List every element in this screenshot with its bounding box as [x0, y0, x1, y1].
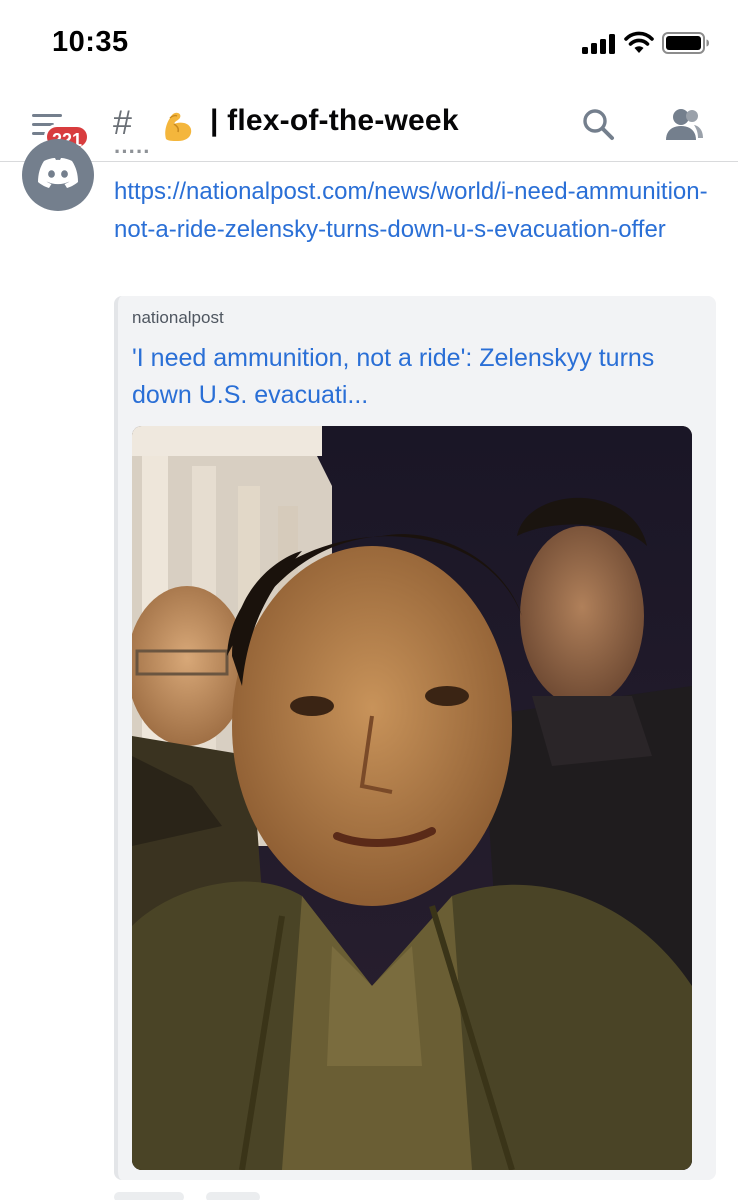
user-avatar[interactable] — [22, 139, 94, 211]
members-icon[interactable] — [664, 106, 704, 142]
three-men-selfie-photo — [132, 426, 692, 1170]
reactions-row — [114, 1192, 314, 1200]
channel-name: | flex-of-the-week — [210, 104, 459, 137]
flexed-biceps-emoji-icon — [165, 112, 192, 141]
embed-title[interactable]: 'I need ammunition, not a ride': Zelensk… — [132, 340, 692, 414]
battery-icon — [662, 32, 709, 54]
wifi-icon — [624, 31, 654, 53]
status-time: 10:35 — [52, 26, 129, 58]
channel-hash-icon: # — [113, 104, 132, 142]
link-embed: nationalpost 'I need ammunition, not a r… — [114, 296, 716, 1180]
cellular-signal-icon — [582, 34, 615, 54]
embed-provider[interactable]: nationalpost — [132, 308, 224, 328]
embed-image[interactable] — [132, 426, 692, 1170]
status-bar: 10:35 — [0, 0, 738, 90]
reaction-pill[interactable] — [114, 1192, 184, 1200]
message-author-header-cut: ····· — [114, 149, 151, 163]
search-icon[interactable] — [580, 106, 616, 142]
discord-logo-icon — [38, 158, 78, 188]
message-link[interactable]: https://nationalpost.com/news/world/i-ne… — [114, 173, 714, 249]
reaction-pill[interactable] — [206, 1192, 260, 1200]
